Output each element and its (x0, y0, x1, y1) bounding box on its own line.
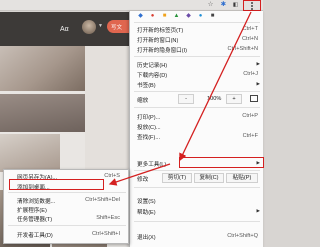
menu-item-label: 书签(B) (137, 83, 156, 89)
menu-item-new-tab[interactable]: 打开新的标签页(T) Ctrl+T (130, 24, 264, 34)
zoom-row: 缩放 - 100% + (130, 94, 264, 106)
menu-item-new-window[interactable]: 打开新的窗口(N) Ctrl+N (130, 34, 264, 44)
write-button-label: 写文 (111, 25, 123, 31)
menu-item-shortcut: Ctrl+F (242, 133, 258, 139)
menu-item-shortcut: Ctrl+Shift+N (227, 46, 258, 52)
submenu-item-label: 任务管理器(T) (17, 216, 53, 223)
menu-item-settings[interactable]: 设置(S) (130, 195, 264, 205)
menu-item-find[interactable]: 查找(F)... Ctrl+F (130, 131, 264, 141)
menu-item-label: 下载内容(D) (137, 73, 168, 79)
menu-separator (8, 192, 126, 193)
menu-item-label: 更多工具(L) (137, 162, 167, 168)
fullscreen-icon[interactable] (250, 95, 258, 102)
chrome-menu-button[interactable] (243, 0, 261, 11)
chevron-right-icon: ▶ (256, 208, 260, 213)
menu-item-shortcut: Ctrl+Shift+Q (227, 233, 258, 239)
extension-icon[interactable]: ■ (209, 13, 216, 20)
zoom-label: 缩放 (137, 98, 149, 104)
menu-separator (134, 221, 260, 222)
menu-item-cast[interactable]: 投放(C)... (130, 121, 264, 131)
menu-item-label: 投放(C)... (137, 125, 161, 131)
submenu-item-clear-data[interactable]: 清除浏览数据... Ctrl+Shift+Del (4, 195, 128, 205)
menu-separator (134, 91, 260, 92)
menu-item-label: 打开新的窗口(N) (137, 38, 179, 44)
page-header: Aα ▼ 写文 (0, 12, 130, 46)
page-image (0, 94, 85, 132)
font-size-toggle[interactable]: Aα (60, 26, 69, 33)
extension-icon[interactable]: ▲ (173, 13, 180, 20)
cut-button[interactable]: 剪切(T) (162, 173, 192, 183)
menu-item-bookmarks[interactable]: 书签(B) ▶ (130, 79, 264, 89)
menu-item-label: 设置(S) (137, 199, 156, 205)
submenu-item-dev-tools[interactable]: 开发者工具(D) Ctrl+Shift+I (4, 229, 128, 239)
menu-separator (134, 56, 260, 57)
menu-item-label: 历史记录(H) (137, 63, 168, 69)
menu-item-exit[interactable]: 退出(X) Ctrl+Shift+Q (130, 231, 264, 241)
extension-icon[interactable]: ● (149, 13, 156, 20)
menu-item-shortcut: Ctrl+N (241, 36, 258, 42)
submenu-item-shortcut: Ctrl+Shift+I (92, 230, 120, 237)
menu-separator (134, 170, 260, 171)
more-tools-highlight (179, 157, 264, 168)
menu-icon (251, 2, 253, 10)
menu-separator (134, 187, 260, 188)
submenu-item-extensions[interactable]: 扩展程序(E) (4, 204, 128, 214)
zoom-level: 100% (207, 96, 222, 102)
copy-button[interactable]: 复制(C) (194, 173, 224, 183)
menu-item-shortcut: Ctrl+P (242, 113, 258, 119)
menu-separator (134, 107, 260, 108)
edit-label: 修改 (137, 177, 149, 183)
menu-item-incognito[interactable]: 打开新的隐身窗口(I) Ctrl+Shift+N (130, 44, 264, 54)
extension-icon[interactable]: ✱ (219, 1, 228, 9)
menu-item-shortcut: Ctrl+T (242, 26, 258, 32)
submenu-item-shortcut: Ctrl+Shift+Del (85, 196, 120, 203)
chevron-down-icon: ▼ (98, 23, 103, 29)
chrome-main-menu: ◆ ● ■ ▲ ◆ ● ■ 打开新的标签页(T) Ctrl+T 打开新的窗口(N… (129, 11, 264, 247)
add-to-desktop-highlight (9, 179, 104, 190)
edit-row: 修改 剪切(T) 复制(C) 粘贴(P) (130, 173, 264, 185)
menu-item-label: 打开新的标签页(T) (137, 28, 184, 34)
page-image (0, 46, 85, 91)
zoom-out-button[interactable]: - (178, 94, 194, 104)
extension-icon[interactable]: ■ (161, 13, 168, 20)
extension-icon[interactable]: ◧ (231, 1, 240, 9)
menu-item-shortcut: Ctrl+J (243, 71, 258, 77)
extension-icon[interactable]: ● (197, 13, 204, 20)
write-button[interactable]: 写文 (107, 20, 130, 33)
menu-item-label: 打开新的隐身窗口(I) (137, 48, 188, 54)
menu-item-label: 帮助(E) (137, 210, 156, 216)
menu-item-history[interactable]: 历史记录(H) ▶ (130, 59, 264, 69)
menu-item-help[interactable]: 帮助(E) ▶ (130, 206, 264, 216)
paste-button[interactable]: 粘贴(P) (226, 173, 258, 183)
submenu-item-task-manager[interactable]: 任务管理器(T) Shift+Esc (4, 213, 128, 223)
menu-item-print[interactable]: 打印(P)... Ctrl+P (130, 111, 264, 121)
bookmark-star-icon[interactable]: ☆ (206, 1, 215, 9)
more-tools-submenu: 网页另存为(A)... Ctrl+S 添加到桌面... 清除浏览数据... Ct… (3, 169, 129, 244)
menu-item-label: 退出(X) (137, 235, 156, 241)
avatar[interactable] (82, 20, 96, 34)
submenu-item-label: 开发者工具(D) (17, 232, 53, 239)
menu-item-label: 打印(P)... (137, 115, 161, 121)
menu-separator (134, 22, 260, 23)
chevron-right-icon: ▶ (256, 81, 260, 86)
extension-icon[interactable]: ◆ (137, 13, 144, 20)
page-image (0, 134, 60, 172)
extension-icon[interactable]: ◆ (185, 13, 192, 20)
menu-separator (8, 225, 126, 226)
chevron-right-icon: ▶ (256, 61, 260, 66)
menu-item-downloads[interactable]: 下载内容(D) Ctrl+J (130, 69, 264, 79)
menu-item-label: 查找(F)... (137, 135, 160, 141)
zoom-in-button[interactable]: + (226, 94, 242, 104)
submenu-item-shortcut: Shift+Esc (96, 214, 120, 221)
submenu-item-shortcut: Ctrl+S (104, 172, 120, 179)
browser-toolbar: ☆ ✱ ◧ (0, 0, 263, 11)
page-content-area (85, 46, 130, 186)
extension-strip: ◆ ● ■ ▲ ◆ ● ■ (137, 13, 257, 21)
